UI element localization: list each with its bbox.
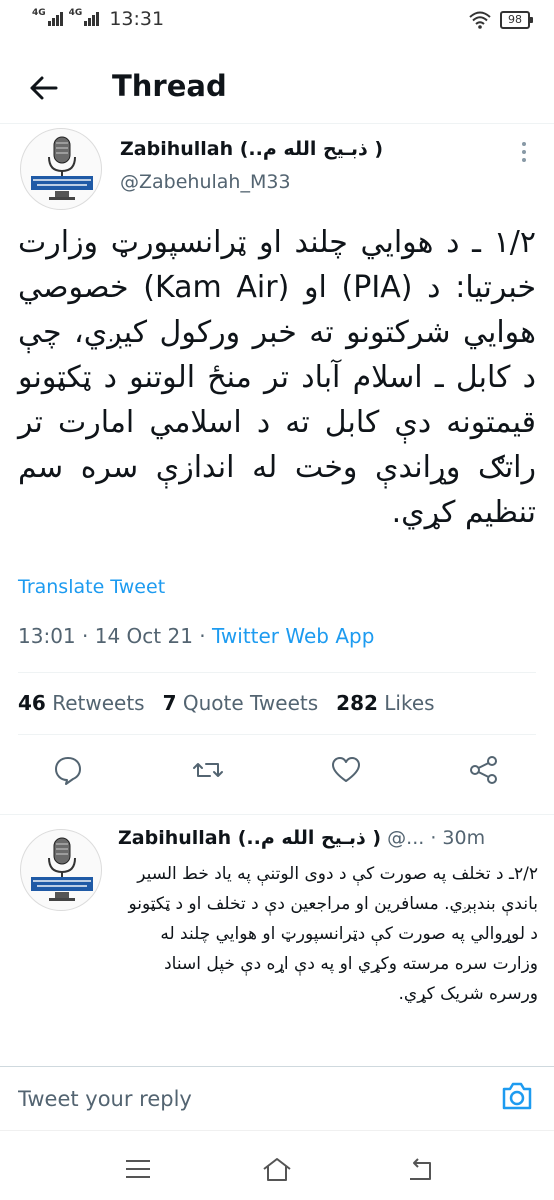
divider xyxy=(18,672,536,673)
tweet-actions xyxy=(0,754,554,798)
tweet-meta: 13:01 · 14 Oct 21 · Twitter Web App xyxy=(18,624,374,648)
microphone-logo-icon xyxy=(31,136,93,200)
translate-tweet-link[interactable]: Translate Tweet xyxy=(18,576,165,598)
home-icon[interactable] xyxy=(261,1155,293,1183)
avatar[interactable] xyxy=(20,128,102,210)
retweets-label: Retweets xyxy=(52,691,145,715)
divider xyxy=(18,734,536,735)
retweets-count: 46 xyxy=(18,691,46,715)
network-type-label: 4G xyxy=(32,8,46,18)
tweet-text: ١/٢ ـ د هوايي چلند او ټرانسپورټ وزارت خب… xyxy=(18,225,537,530)
menu-icon[interactable] xyxy=(122,1155,154,1183)
avatar[interactable] xyxy=(20,829,102,911)
meta-separator: · xyxy=(75,624,95,648)
arrow-left-icon[interactable] xyxy=(26,70,62,106)
tweet-date: 14 Oct 21 xyxy=(94,624,193,648)
camera-icon[interactable] xyxy=(500,1079,534,1113)
likes-count: 282 xyxy=(336,691,378,715)
signal-icon: 4G xyxy=(32,8,63,26)
tweet-stats: 46 Retweets 7 Quote Tweets 282 Likes xyxy=(18,691,435,715)
status-right: 98 xyxy=(468,10,533,30)
comment-icon[interactable] xyxy=(52,754,84,786)
reply-composer xyxy=(0,1066,554,1130)
quote-count: 7 xyxy=(162,691,177,715)
reply-author-line: Zabihullah (..ذبـيح الله م ) @... · 30m xyxy=(118,827,485,849)
tweet-time: 13:01 xyxy=(18,624,76,648)
battery-icon: 98 xyxy=(500,11,533,29)
network-type-label: 4G xyxy=(68,8,83,18)
more-vertical-icon[interactable] xyxy=(514,138,534,166)
status-bar: 4G 4G 13:31 98 xyxy=(0,0,554,44)
app-header: Thread xyxy=(0,52,554,124)
likes-stat[interactable]: 282 Likes xyxy=(336,691,434,715)
status-time: 13:31 xyxy=(109,8,165,30)
wifi-icon xyxy=(469,11,491,29)
retweets-stat[interactable]: 46 Retweets xyxy=(18,691,145,715)
tweet-source-link[interactable]: Twitter Web App xyxy=(212,624,374,648)
reply-handle-time: @... · 30m xyxy=(387,827,486,849)
quote-label: Quote Tweets xyxy=(182,691,319,715)
meta-separator: · xyxy=(192,624,212,648)
signal-icon: 4G xyxy=(69,8,100,26)
heart-icon[interactable] xyxy=(330,754,362,786)
share-icon[interactable] xyxy=(468,754,500,786)
reply-tweet[interactable]: Zabihullah (..ذبـيح الله م ) @... · 30m … xyxy=(0,814,554,1004)
author-handle[interactable]: @Zabehulah_M33 xyxy=(120,171,291,193)
author-name[interactable]: Zabihullah (..ذبـيح الله م ) xyxy=(120,138,383,160)
retweet-icon[interactable] xyxy=(192,754,224,786)
battery-level: 98 xyxy=(508,13,522,26)
reply-author-name[interactable]: Zabihullah (..ذبـيح الله م ) xyxy=(118,827,381,849)
quote-tweets-stat[interactable]: 7 Quote Tweets xyxy=(163,691,319,715)
likes-label: Likes xyxy=(384,691,435,715)
back-icon[interactable] xyxy=(404,1155,436,1183)
reply-input[interactable] xyxy=(18,1081,468,1117)
page-title: Thread xyxy=(112,69,227,103)
microphone-logo-icon xyxy=(31,837,93,901)
reply-text: ٢/٢ـ د تخلف په صورت کې د دوی الوتنې په ی… xyxy=(128,864,539,1004)
status-left: 4G 4G 13:31 xyxy=(32,8,164,30)
system-nav-bar xyxy=(0,1130,554,1200)
